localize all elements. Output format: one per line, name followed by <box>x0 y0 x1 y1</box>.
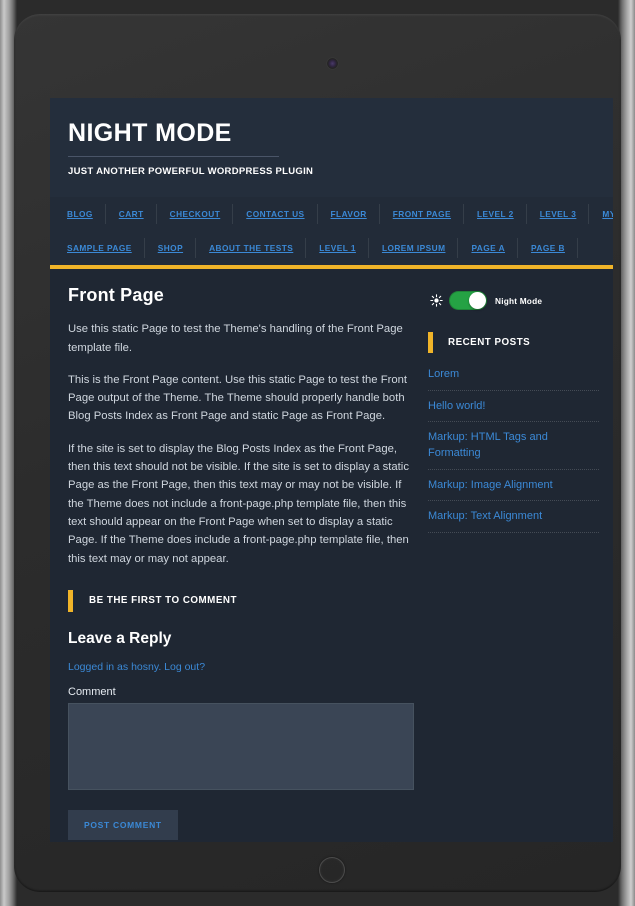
recent-posts-widget-title: RECENT POSTS <box>428 332 599 354</box>
sidebar: Night Mode RECENT POSTS Lorem Hello world… <box>418 285 599 840</box>
page-body: Use this static Page to test the Theme's… <box>68 320 414 568</box>
night-mode-switch[interactable] <box>449 291 487 311</box>
logged-in-prefix: Logged in as <box>68 660 132 673</box>
recent-posts-list: Lorem Hello world! Markup: HTML Tags and F… <box>428 367 599 533</box>
camera-icon <box>327 58 338 69</box>
nav-item-checkout[interactable]: CHECKOUT <box>157 197 234 231</box>
list-item[interactable]: Markup: Text Alignment <box>428 509 599 533</box>
nav-item-level-1[interactable]: LEVEL 1 <box>306 231 369 265</box>
nav-item-lorem-ipsum[interactable]: LOREM IPSUM <box>369 231 459 265</box>
list-item[interactable]: Hello world! <box>428 399 599 423</box>
list-item[interactable]: Lorem <box>428 367 599 391</box>
nav-item-shop[interactable]: SHOP <box>145 231 197 265</box>
accent-bar <box>68 589 73 612</box>
recent-post-link[interactable]: Lorem <box>428 367 599 383</box>
list-item[interactable]: Markup: Image Alignment <box>428 478 599 502</box>
leave-reply-title: Leave a Reply <box>68 629 172 647</box>
nav-item-sample-page[interactable]: SAMPLE PAGE <box>54 231 145 265</box>
tablet-device: NIGHT MODE JUST ANOTHER POWERFUL WORDPRE… <box>0 0 635 906</box>
home-button[interactable] <box>319 857 345 883</box>
sun-icon <box>430 294 443 307</box>
comment-field-label: Comment <box>68 685 116 698</box>
comments-heading: BE THE FIRST TO COMMENT <box>68 589 414 612</box>
nav-item-level-3[interactable]: LEVEL 3 <box>527 197 590 231</box>
recent-post-link[interactable]: Markup: HTML Tags and Formatting <box>428 430 599 461</box>
nav-item-front-page[interactable]: FRONT PAGE <box>380 197 465 231</box>
accent-bar <box>428 332 433 354</box>
logged-in-status: Logged in as hosny. Log out? <box>68 661 414 673</box>
site-tagline: JUST ANOTHER POWERFUL WORDPRESS PLUGIN <box>68 166 314 178</box>
site-title[interactable]: NIGHT MODE <box>68 120 595 147</box>
body-paragraph: Use this static Page to test the Theme's… <box>68 323 403 354</box>
nav-item-contact-us[interactable]: CONTACT US <box>233 197 318 231</box>
browser-screen: NIGHT MODE JUST ANOTHER POWERFUL WORDPRE… <box>50 98 613 842</box>
site-header: NIGHT MODE JUST ANOTHER POWERFUL WORDPRE… <box>50 98 613 198</box>
content-wrapper: Front Page Use this static Page to test … <box>50 269 613 840</box>
nav-item-my-account[interactable]: MY ACCOUNT <box>589 197 613 231</box>
main-navigation[interactable]: BLOG CART CHECKOUT CONTACT US FLAVOR FRONT PA… <box>50 197 613 270</box>
body-paragraph: If the site is set to display the Blog P… <box>68 442 409 565</box>
device-bezel: NIGHT MODE JUST ANOTHER POWERFUL WORDPRE… <box>14 14 621 892</box>
nav-row-secondary: SAMPLE PAGE SHOP ABOUT THE TESTS LEVEL 1 LOR… <box>54 231 613 265</box>
night-mode-toggle-row[interactable]: Night Mode <box>430 291 599 311</box>
logout-link[interactable]: Log out? <box>164 661 205 673</box>
comment-input[interactable] <box>68 702 414 790</box>
night-mode-label: Night Mode <box>495 295 543 306</box>
switch-knob <box>469 292 486 310</box>
nav-item-level-2[interactable]: LEVEL 2 <box>464 197 527 231</box>
body-paragraph: This is the Front Page content. Use this… <box>68 373 408 423</box>
nav-item-cart[interactable]: CART <box>106 197 157 231</box>
main-column: Front Page Use this static Page to test … <box>64 285 418 840</box>
nav-item-page-a[interactable]: PAGE A <box>458 231 518 265</box>
comments-heading-label: BE THE FIRST TO COMMENT <box>89 595 237 607</box>
nav-item-blog[interactable]: BLOG <box>54 197 106 231</box>
post-comment-button[interactable]: POST COMMENT <box>68 809 178 840</box>
nav-item-flavor[interactable]: FLAVOR <box>318 197 380 231</box>
recent-post-link[interactable]: Markup: Text Alignment <box>428 509 599 525</box>
nav-item-about-the-tests[interactable]: ABOUT THE TESTS <box>196 231 307 265</box>
logged-in-user-link[interactable]: hosny <box>131 661 158 673</box>
nav-item-page-b[interactable]: PAGE B <box>518 231 578 265</box>
page-title: Front Page <box>68 285 165 306</box>
title-divider <box>68 156 279 158</box>
nav-row-primary: BLOG CART CHECKOUT CONTACT US FLAVOR FRONT PA… <box>54 197 613 231</box>
list-item[interactable]: Markup: HTML Tags and Formatting <box>428 430 599 470</box>
recent-post-link[interactable]: Hello world! <box>428 399 599 415</box>
recent-post-link[interactable]: Markup: Image Alignment <box>428 478 599 494</box>
widget-title-label: RECENT POSTS <box>448 337 531 349</box>
